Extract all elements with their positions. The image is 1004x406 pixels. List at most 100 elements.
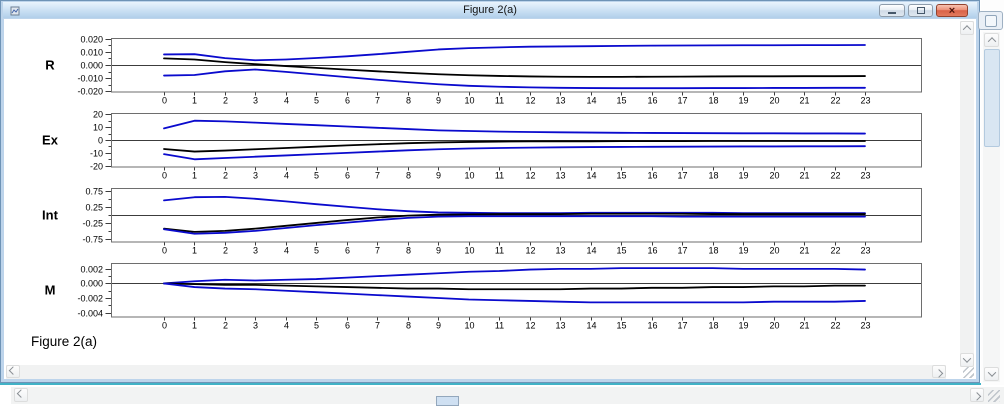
minimize-icon: [888, 12, 896, 14]
window-title: Figure 2(a): [3, 4, 977, 16]
x-tick-label: 16: [647, 96, 657, 106]
series-upper-band: [164, 45, 865, 60]
scroll-right-icon: [935, 369, 943, 377]
x-tick-label: 9: [436, 171, 441, 181]
x-tick-label: 4: [284, 246, 289, 256]
x-tick-label: 14: [586, 96, 596, 106]
x-tick-label: 9: [436, 96, 441, 106]
titlebar[interactable]: Figure 2(a) ×: [3, 2, 977, 18]
inner-vertical-scrollbar[interactable]: [960, 21, 974, 367]
x-tick-label: 18: [708, 96, 718, 106]
x-tick-label: 19: [738, 321, 748, 331]
x-tick-label: 7: [375, 171, 380, 181]
parent-resize-grip[interactable]: [988, 390, 1000, 402]
scroll-down-button[interactable]: [960, 353, 974, 367]
x-tick-label: 1: [192, 246, 197, 256]
scroll-up-button[interactable]: [960, 21, 974, 35]
y-tick-label: 0: [98, 136, 103, 146]
series-upper-band: [164, 197, 865, 213]
x-tick-label: 10: [464, 96, 474, 106]
chart-R: R0.0200.0100.000-0.010-0.020012345678910…: [4, 38, 976, 113]
y-tick-label: -10: [90, 149, 103, 159]
x-tick-label: 15: [616, 246, 626, 256]
x-tick-label: 2: [223, 246, 228, 256]
chart-Int: Int0.750.25-0.25-0.750123456789101112131…: [4, 188, 976, 263]
x-tick-label: 21: [799, 171, 809, 181]
x-tick-label: 11: [495, 171, 504, 181]
background-window-fragment-bottom[interactable]: [436, 396, 459, 406]
x-tick-label: 12: [525, 321, 535, 331]
maximize-button[interactable]: [908, 4, 933, 17]
inner-resize-grip[interactable]: [963, 367, 974, 378]
window-body: R0.0200.0100.000-0.010-0.020012345678910…: [4, 19, 976, 379]
x-tick-label: 7: [375, 96, 380, 106]
y-tick-label: -0.004: [77, 309, 103, 319]
x-tick-label: 23: [860, 246, 870, 256]
x-tick-label: 22: [830, 171, 840, 181]
x-tick-label: 8: [406, 321, 411, 331]
background-window-fragment[interactable]: [978, 11, 1003, 30]
scroll-left-button[interactable]: [6, 365, 20, 378]
y-tick-label: 0.000: [80, 279, 103, 289]
x-tick-label: 0: [162, 246, 167, 256]
y-tick-label: 0.75: [85, 187, 103, 197]
x-tick-label: 9: [436, 321, 441, 331]
chart-M: M0.0020.000-0.002-0.00401234567891011121…: [4, 263, 976, 338]
background-window-fragment-button: [985, 15, 997, 27]
x-tick-label: 21: [799, 96, 809, 106]
x-tick-label: 15: [616, 96, 626, 106]
window-controls: ×: [879, 4, 968, 17]
x-tick-label: 22: [830, 246, 840, 256]
x-tick-label: 1: [192, 321, 197, 331]
scroll-down-icon: [987, 368, 995, 376]
x-tick-label: 19: [738, 171, 748, 181]
x-tick-label: 20: [769, 246, 779, 256]
x-tick-label: 11: [495, 96, 504, 106]
x-tick-label: 17: [677, 171, 687, 181]
x-tick-label: 5: [314, 246, 319, 256]
parent-scroll-down-button[interactable]: [984, 367, 999, 381]
x-tick-label: 11: [495, 246, 504, 256]
parent-scrollbar-thumb[interactable]: [984, 49, 1000, 147]
y-tick-label: 20: [93, 110, 103, 120]
x-tick-label: 6: [345, 171, 350, 181]
x-tick-label: 8: [406, 171, 411, 181]
series-lower-band: [164, 216, 865, 233]
x-tick-label: 4: [284, 321, 289, 331]
y-tick-label: 0.010: [80, 48, 103, 58]
close-button[interactable]: ×: [936, 4, 968, 17]
x-tick-label: 11: [495, 321, 504, 331]
series-impulse-response: [164, 58, 865, 76]
x-tick-label: 22: [830, 96, 840, 106]
x-tick-label: 12: [525, 246, 535, 256]
y-tick-label: 0.020: [80, 35, 103, 45]
x-tick-label: 5: [314, 171, 319, 181]
x-tick-label: 0: [162, 171, 167, 181]
y-tick-label: 0.000: [80, 61, 103, 71]
y-tick-label: 10: [93, 123, 103, 133]
x-tick-label: 7: [375, 321, 380, 331]
inner-horizontal-scrollbar[interactable]: [6, 365, 946, 379]
y-tick-label: -0.002: [77, 294, 103, 304]
scroll-right-button[interactable]: [932, 365, 946, 378]
y-tick-label: -0.020: [77, 87, 103, 97]
chart-row-label: Int: [42, 208, 59, 223]
parent-bottom-area: [0, 385, 1004, 406]
x-tick-label: 6: [345, 246, 350, 256]
x-tick-label: 1: [192, 171, 197, 181]
series-impulse-response: [164, 283, 865, 289]
maximize-icon: [917, 7, 925, 14]
x-tick-label: 15: [616, 321, 626, 331]
x-tick-label: 10: [464, 321, 474, 331]
scroll-left-icon: [17, 389, 25, 397]
parent-scroll-right-button[interactable]: [970, 388, 984, 402]
parent-scroll-left-button[interactable]: [14, 388, 28, 402]
scroll-down-icon: [963, 354, 971, 362]
minimize-button[interactable]: [879, 4, 905, 17]
x-tick-label: 14: [586, 321, 596, 331]
y-tick-label: -0.010: [77, 74, 103, 84]
parent-horizontal-scrollbar[interactable]: [11, 387, 1004, 404]
parent-vertical-scrollbar[interactable]: [983, 32, 1000, 382]
parent-scroll-up-button[interactable]: [984, 33, 999, 47]
figure-caption: Figure 2(a): [31, 334, 97, 349]
